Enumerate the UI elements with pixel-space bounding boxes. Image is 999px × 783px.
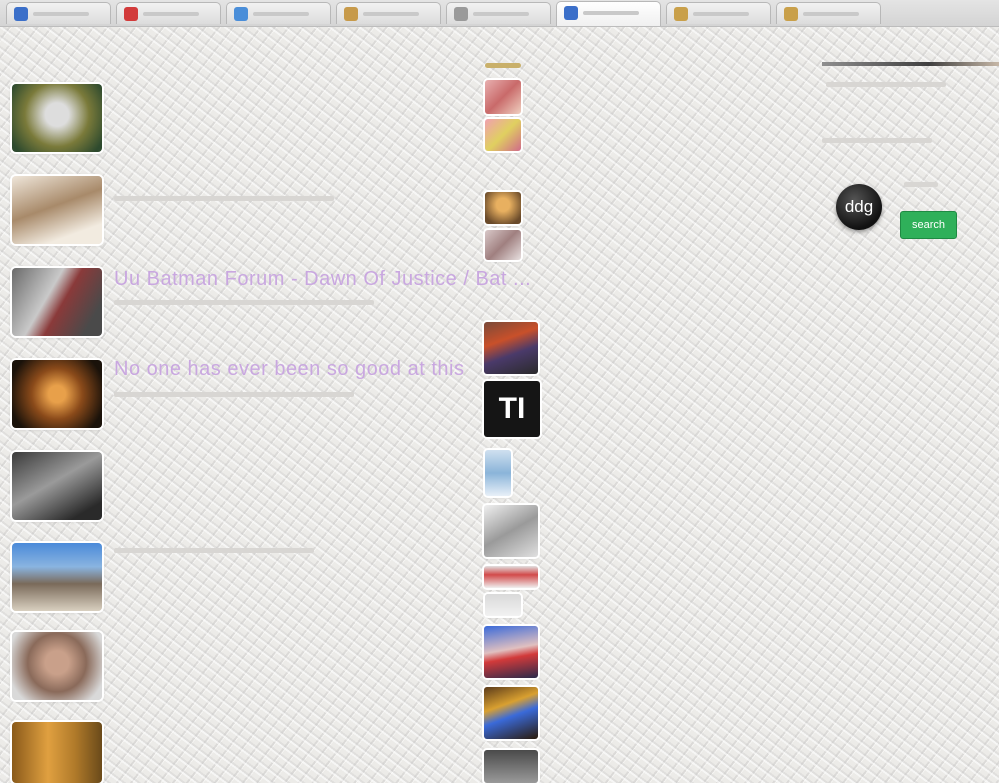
tab-favicon-icon — [674, 7, 688, 21]
browser-tab-active[interactable] — [556, 1, 661, 26]
sidebar-text-placeholder — [826, 82, 946, 87]
browser-tab-strip — [0, 0, 999, 27]
browser-tab[interactable] — [6, 2, 111, 24]
image-thumbnail[interactable] — [484, 505, 538, 557]
browser-tab[interactable] — [226, 2, 331, 24]
browser-tab[interactable] — [336, 2, 441, 24]
tab-title-placeholder — [363, 12, 419, 16]
duckduckgo-logo[interactable]: ddg — [836, 184, 882, 230]
result-caption-link[interactable]: No one has ever been so good at this — [114, 358, 464, 381]
result-thumbnail[interactable] — [12, 360, 102, 428]
tab-title-placeholder — [583, 11, 639, 15]
tab-favicon-icon — [124, 7, 138, 21]
image-thumbnail[interactable] — [485, 450, 511, 496]
tab-favicon-icon — [784, 7, 798, 21]
image-thumbnail[interactable] — [485, 119, 521, 151]
tab-favicon-icon — [14, 7, 28, 21]
image-thumbnail[interactable] — [485, 230, 521, 260]
result-thumbnail[interactable] — [12, 543, 102, 611]
image-thumbnail[interactable] — [485, 80, 521, 114]
result-thumbnail[interactable] — [12, 632, 102, 700]
result-thumbnail[interactable] — [12, 176, 102, 244]
result-text-placeholder — [114, 300, 374, 305]
browser-tab[interactable] — [666, 2, 771, 24]
image-thumbnail[interactable] — [485, 594, 521, 616]
browser-tab[interactable] — [776, 2, 881, 24]
tab-title-placeholder — [253, 12, 309, 16]
tab-title-placeholder — [143, 12, 199, 16]
tab-title-placeholder — [33, 12, 89, 16]
result-caption-link[interactable]: Uu Batman Forum - Dawn Of Justice / Bat … — [114, 268, 531, 291]
header-divider — [822, 62, 999, 66]
tab-favicon-icon — [454, 7, 468, 21]
sidebar-text-placeholder — [904, 182, 938, 187]
tab-favicon-icon — [564, 6, 578, 20]
search-button[interactable]: search — [900, 211, 957, 239]
browser-tab[interactable] — [446, 2, 551, 24]
ti-logo-thumbnail[interactable]: TI — [484, 381, 540, 437]
tab-favicon-icon — [234, 7, 248, 21]
result-thumbnail[interactable] — [12, 722, 102, 783]
result-text-placeholder — [114, 392, 354, 397]
image-thumbnail[interactable] — [484, 750, 538, 783]
result-text-placeholder — [114, 196, 334, 201]
tab-title-placeholder — [473, 12, 529, 16]
result-text-placeholder — [114, 548, 314, 553]
image-thumbnail[interactable] — [484, 687, 538, 739]
result-thumbnail[interactable] — [12, 84, 102, 152]
tab-favicon-icon — [344, 7, 358, 21]
image-thumbnail[interactable] — [484, 566, 538, 588]
result-thumbnail[interactable] — [12, 268, 102, 336]
browser-tab[interactable] — [116, 2, 221, 24]
image-thumbnail[interactable] — [485, 192, 521, 224]
result-thumbnail[interactable] — [12, 452, 102, 520]
image-thumbnail[interactable] — [484, 322, 538, 374]
image-thumbnail[interactable] — [484, 626, 538, 678]
sidebar-text-placeholder — [822, 138, 932, 143]
image-strip-divider — [485, 63, 521, 68]
tab-title-placeholder — [803, 12, 859, 16]
tab-title-placeholder — [693, 12, 749, 16]
